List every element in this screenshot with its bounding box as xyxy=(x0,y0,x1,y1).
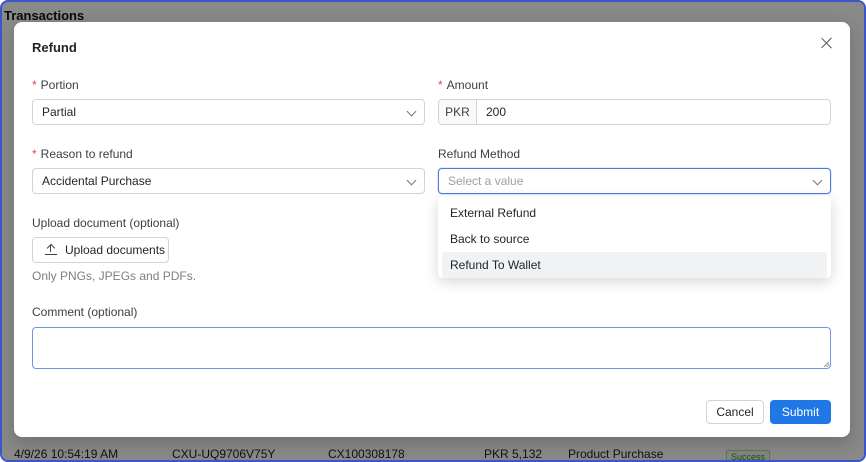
portion-select[interactable]: Partial xyxy=(32,99,425,125)
comment-label: Comment (optional) xyxy=(32,305,138,319)
reason-select[interactable]: Accidental Purchase xyxy=(32,168,425,194)
submit-button[interactable]: Submit xyxy=(770,400,831,424)
amount-input[interactable]: PKR 200 xyxy=(438,99,831,125)
upload-icon xyxy=(45,243,57,256)
portion-label: * Portion xyxy=(32,78,79,92)
refund-method-select[interactable]: Select a value xyxy=(438,168,831,194)
option-external-refund[interactable]: External Refund xyxy=(442,200,827,226)
chevron-down-icon xyxy=(812,175,823,186)
comment-textarea[interactable] xyxy=(32,327,831,369)
upload-label: Upload document (optional) xyxy=(32,216,180,230)
amount-label: * Amount xyxy=(438,78,489,92)
cancel-button[interactable]: Cancel xyxy=(706,400,764,424)
required-marker: * xyxy=(438,78,443,92)
chevron-down-icon xyxy=(406,175,417,186)
upload-hint: Only PNGs, JPEGs and PDFs. xyxy=(32,269,197,283)
upload-documents-button[interactable]: Upload documents xyxy=(32,237,169,263)
modal-title: Refund xyxy=(32,40,77,55)
portion-value: Partial xyxy=(42,105,77,119)
resize-handle[interactable] xyxy=(822,359,830,367)
chevron-down-icon xyxy=(406,106,417,117)
reason-value: Accidental Purchase xyxy=(42,174,152,188)
refund-method-placeholder: Select a value xyxy=(448,174,524,188)
required-marker: * xyxy=(32,78,37,92)
required-marker: * xyxy=(32,147,37,161)
window-frame: Transactions 4/9/26 10:54:19 AM CXU-UQ97… xyxy=(0,0,866,462)
reason-label: * Reason to refund xyxy=(32,147,133,161)
refund-method-label: Refund Method xyxy=(438,147,521,161)
option-refund-to-wallet[interactable]: Refund To Wallet xyxy=(442,252,827,278)
refund-method-dropdown: External Refund Back to source Refund To… xyxy=(438,196,831,278)
option-back-to-source[interactable]: Back to source xyxy=(442,226,827,252)
refund-modal: Refund * Portion Partial * Amount PKR 200 … xyxy=(14,22,850,437)
amount-value[interactable]: 200 xyxy=(477,100,830,124)
currency-prefix: PKR xyxy=(439,100,477,124)
upload-button-label: Upload documents xyxy=(65,243,166,257)
close-icon[interactable] xyxy=(818,34,836,52)
